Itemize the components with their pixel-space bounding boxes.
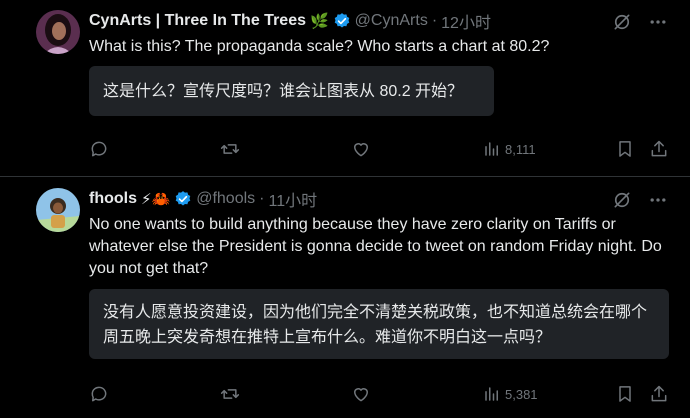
bookmark-button[interactable]	[615, 139, 635, 159]
retweet-icon	[219, 139, 241, 159]
display-name[interactable]: CynArts | Three In The Trees	[89, 12, 306, 30]
bookmark-icon	[615, 384, 635, 404]
translation-text: 没有人愿意投资建设，因为他们完全不清楚关税政策，也不知道总统会在哪个周五晚上突发…	[103, 304, 648, 346]
tweet-header: fhools ⚡🦀 @fhools · 11小时	[89, 188, 317, 210]
tweet-text: No one wants to build anything because t…	[89, 216, 662, 277]
bookmark-button[interactable]	[615, 384, 635, 404]
views-icon	[483, 385, 501, 403]
share-button[interactable]	[649, 384, 669, 404]
verified-badge-icon	[333, 12, 351, 30]
like-button[interactable]	[351, 384, 371, 404]
grok-icon[interactable]	[612, 190, 632, 215]
more-icon[interactable]	[648, 12, 668, 37]
views-button[interactable]: 8,111	[483, 140, 536, 158]
timestamp[interactable]: 12小时	[441, 9, 491, 33]
share-button[interactable]	[649, 139, 669, 159]
translation-text: 这是什么？宣传尺度吗？谁会让图表从 80.2 开始？	[103, 82, 464, 100]
more-icon[interactable]	[648, 190, 668, 215]
like-icon	[351, 139, 371, 159]
grok-icon[interactable]	[612, 12, 632, 37]
reply-icon	[89, 384, 109, 404]
tweet-header: CynArts | Three In The Trees 🌿 @CynArts …	[89, 10, 491, 32]
share-icon	[649, 384, 669, 404]
like-button[interactable]	[351, 139, 371, 159]
verified-badge-icon	[174, 190, 192, 208]
user-handle[interactable]: @CynArts	[355, 12, 428, 30]
action-bar: 8,111	[89, 138, 669, 160]
reply-icon	[89, 139, 109, 159]
avatar[interactable]	[36, 10, 80, 54]
share-icon	[649, 139, 669, 159]
like-icon	[351, 384, 371, 404]
reply-button[interactable]	[89, 139, 109, 159]
separator-dot: ·	[259, 190, 265, 207]
name-emoji: 🌿	[309, 12, 329, 30]
avatar[interactable]	[36, 188, 80, 232]
tweet-1[interactable]: CynArts | Three In The Trees 🌿 @CynArts …	[0, 0, 690, 176]
user-handle[interactable]: @fhools	[196, 190, 255, 208]
timestamp[interactable]: 11小时	[268, 187, 317, 211]
separator-dot: ·	[431, 12, 438, 29]
action-bar: 5,381	[89, 383, 669, 405]
views-count: 5,381	[505, 386, 538, 402]
views-button[interactable]: 5,381	[483, 385, 538, 403]
retweet-icon	[219, 384, 241, 404]
translation-box: 这是什么？宣传尺度吗？谁会让图表从 80.2 开始？	[89, 66, 494, 116]
views-icon	[483, 140, 501, 158]
display-name[interactable]: fhools	[89, 190, 137, 208]
tweet-text: What is this? The propaganda scale? Who …	[89, 38, 550, 55]
name-emoji: ⚡🦀	[141, 190, 171, 208]
views-count: 8,111	[505, 141, 536, 157]
retweet-button[interactable]	[219, 139, 241, 159]
tweet-divider	[0, 176, 690, 177]
bookmark-icon	[615, 139, 635, 159]
retweet-button[interactable]	[219, 384, 241, 404]
translation-box: 没有人愿意投资建设，因为他们完全不清楚关税政策，也不知道总统会在哪个周五晚上突发…	[89, 289, 669, 359]
reply-button[interactable]	[89, 384, 109, 404]
